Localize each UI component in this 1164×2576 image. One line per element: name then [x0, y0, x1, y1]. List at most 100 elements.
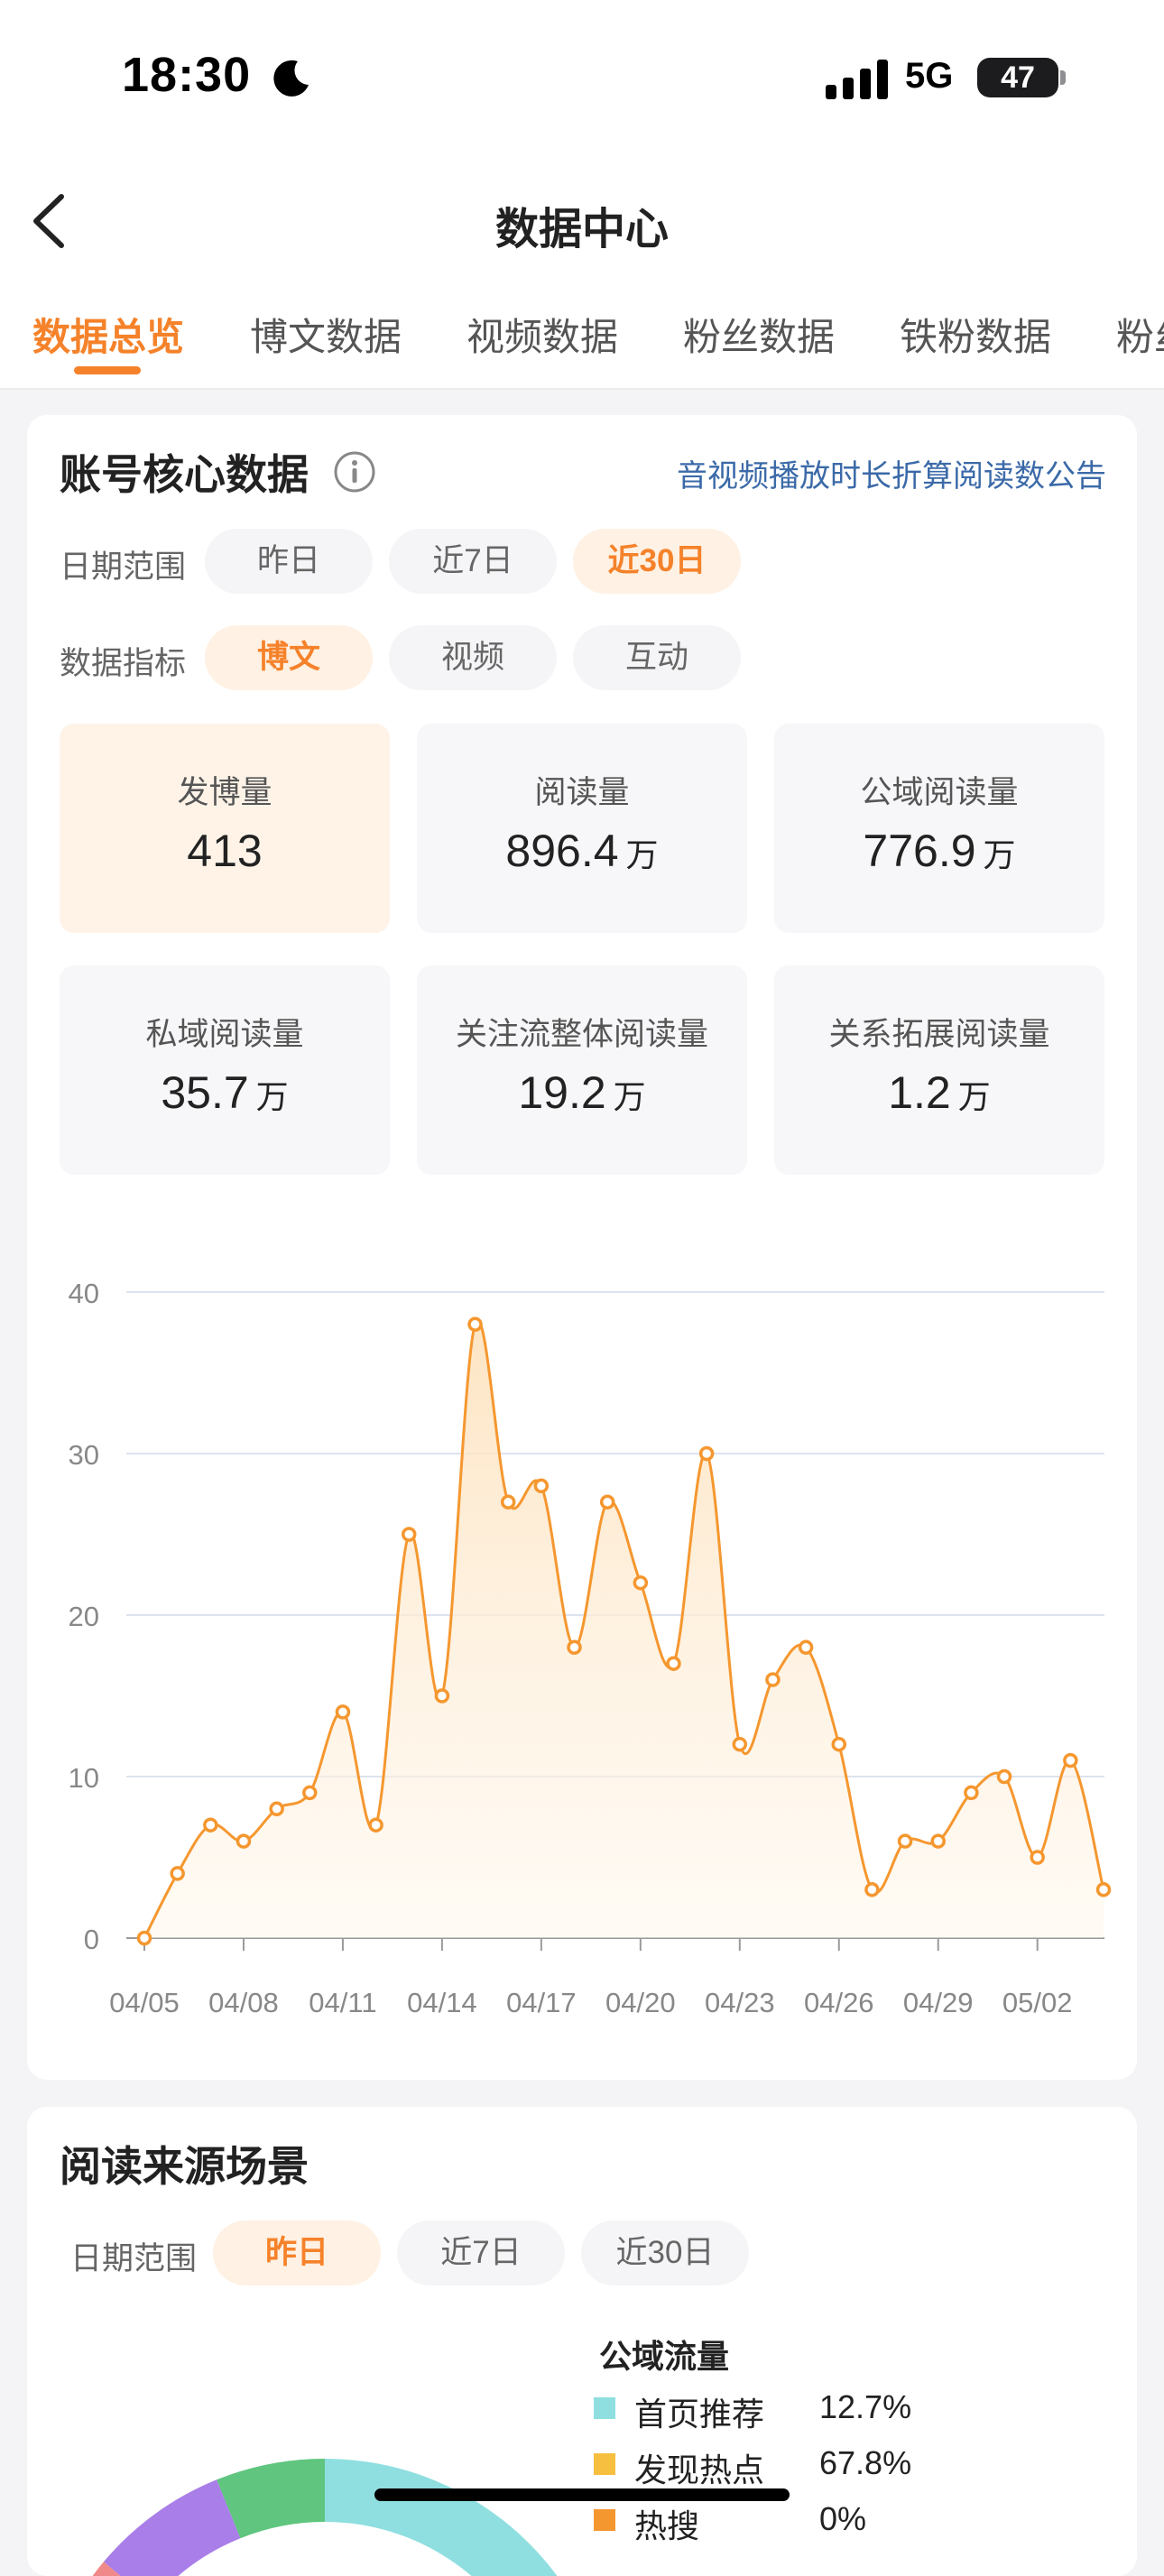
x-tick-label: 04/08: [208, 1987, 279, 2018]
data-point[interactable]: [533, 1478, 550, 1494]
data-point[interactable]: [633, 1574, 649, 1591]
home-indicator: [374, 2488, 790, 2501]
moon-icon: [273, 60, 309, 97]
data-point[interactable]: [666, 1656, 681, 1671]
legend-pct: 12.7%: [819, 2388, 912, 2425]
data-point[interactable]: [897, 1833, 913, 1849]
metric-card-private-reads[interactable]: 私域阅读量 35.7 万: [60, 965, 390, 1175]
date-option-30d[interactable]: 近30日: [573, 529, 741, 594]
tab-videos[interactable]: 视频数据: [467, 307, 618, 362]
source-date-yesterday[interactable]: 昨日: [213, 2221, 381, 2285]
data-point[interactable]: [335, 1704, 351, 1720]
x-tick-label: 04/20: [605, 1987, 676, 2018]
data-point[interactable]: [236, 1833, 252, 1849]
battery-icon: 47: [977, 58, 1058, 97]
metric-label: 阅读量: [534, 775, 630, 810]
metric-unit: 万: [625, 836, 659, 873]
data-point[interactable]: [567, 1639, 582, 1656]
source-donut-chart[interactable]: [27, 2432, 568, 2576]
metric-value: 19.2 万: [417, 1066, 747, 1119]
metric-option-interact[interactable]: 互动: [573, 625, 741, 690]
metric-card-reads[interactable]: 阅读量 896.4 万: [417, 724, 747, 933]
metric-label: 关系拓展阅读量: [828, 1017, 1050, 1052]
metric-type-label: 数据指标: [60, 646, 187, 681]
tab-posts[interactable]: 博文数据: [250, 307, 402, 362]
data-point[interactable]: [930, 1833, 946, 1849]
legend-name: 首页推荐: [634, 2396, 765, 2433]
metric-unit: 万: [983, 836, 1016, 873]
x-tick-label: 04/26: [804, 1987, 874, 2018]
data-point[interactable]: [765, 1672, 781, 1687]
tab-overview[interactable]: 数据总览: [32, 307, 184, 362]
data-point[interactable]: [1095, 1882, 1112, 1897]
metric-label: 公域阅读量: [860, 775, 1019, 810]
source-date-30d[interactable]: 近30日: [581, 2221, 749, 2285]
metric-label: 发博量: [177, 775, 273, 810]
metric-label: 私域阅读量: [145, 1017, 304, 1052]
legend-pct: 0%: [819, 2500, 867, 2537]
data-point[interactable]: [964, 1785, 979, 1801]
data-point[interactable]: [170, 1866, 185, 1881]
tab-iron-fans[interactable]: 铁粉数据: [900, 307, 1051, 362]
donut-segment[interactable]: [325, 2459, 568, 2576]
data-point[interactable]: [1030, 1850, 1045, 1865]
y-tick-label: 20: [69, 1601, 99, 1632]
info-icon[interactable]: [332, 449, 377, 494]
data-point[interactable]: [269, 1801, 284, 1817]
data-point[interactable]: [732, 1736, 748, 1752]
legend-swatch: [594, 2397, 615, 2419]
data-point[interactable]: [467, 1316, 483, 1333]
read-source-title: 阅读来源场景: [60, 2143, 309, 2190]
legend-pct: 67.8%: [819, 2444, 912, 2481]
legend-name: 发现热点: [634, 2451, 765, 2488]
data-point[interactable]: [302, 1785, 318, 1801]
status-bar: 18:30 5G 47: [0, 0, 1164, 153]
data-point[interactable]: [401, 1527, 417, 1542]
data-point[interactable]: [864, 1882, 880, 1897]
metric-label: 关注流整体阅读量: [455, 1017, 708, 1052]
metric-value: 35.7 万: [60, 1066, 390, 1119]
data-point[interactable]: [831, 1736, 847, 1752]
tab-fans-more[interactable]: 粉丝: [1116, 307, 1164, 362]
y-tick-label: 0: [84, 1924, 99, 1955]
data-point[interactable]: [599, 1494, 615, 1510]
metric-value: 896.4 万: [417, 825, 747, 877]
metric-card-follow-feed-reads[interactable]: 关注流整体阅读量 19.2 万: [417, 965, 747, 1175]
metric-number: 19.2: [518, 1067, 606, 1118]
metric-card-relation-reads[interactable]: 关系拓展阅读量 1.2 万: [774, 965, 1104, 1175]
trend-chart[interactable]: 0 10 20 30 40 04/05 04/08 04/11 04/14 04/17 04/20 0…: [27, 1254, 1137, 2048]
data-point[interactable]: [368, 1817, 383, 1833]
donut-segment[interactable]: [103, 2479, 241, 2576]
x-tick-label: 04/23: [705, 1987, 775, 2018]
metric-card-public-reads[interactable]: 公域阅读量 776.9 万: [774, 724, 1104, 933]
data-point[interactable]: [203, 1817, 218, 1833]
date-range-label: 日期范围: [60, 549, 187, 585]
x-tick-label: 04/17: [506, 1987, 577, 2018]
data-point[interactable]: [996, 1768, 1012, 1785]
metric-card-posts[interactable]: 发博量 413: [60, 724, 390, 933]
data-point[interactable]: [500, 1494, 516, 1510]
tab-fans[interactable]: 粉丝数据: [683, 307, 835, 362]
date-option-7d[interactable]: 近7日: [389, 529, 557, 594]
page-title: 数据中心: [494, 206, 669, 254]
tab-bar: 数据总览 博文数据 视频数据 粉丝数据 铁粉数据 粉丝: [0, 287, 1164, 390]
date-option-yesterday[interactable]: 昨日: [205, 529, 373, 594]
data-point[interactable]: [1063, 1752, 1078, 1768]
notice-link[interactable]: 音视频播放时长折算阅读数公告: [677, 451, 1106, 495]
metric-option-posts[interactable]: 博文: [205, 625, 373, 690]
source-date-7d[interactable]: 近7日: [397, 2221, 565, 2285]
read-source-card: 阅读来源场景 日期范围 昨日 近7日 近30日 公域流量 首页推荐 12.7% …: [27, 2107, 1137, 2576]
metric-number: 35.7: [161, 1067, 249, 1118]
source-date-label: 日期范围: [70, 2241, 198, 2276]
network-type: 5G: [905, 56, 954, 96]
data-point[interactable]: [698, 1445, 715, 1462]
y-tick-label: 40: [69, 1278, 99, 1309]
metric-number: 1.2: [888, 1067, 951, 1118]
metric-unit: 万: [255, 1078, 289, 1115]
data-point[interactable]: [136, 1930, 152, 1946]
x-tick-label: 04/11: [309, 1987, 376, 2018]
data-point[interactable]: [434, 1688, 450, 1703]
data-point[interactable]: [798, 1639, 814, 1656]
metric-value: 1.2 万: [774, 1066, 1104, 1119]
metric-option-video[interactable]: 视频: [389, 625, 557, 690]
